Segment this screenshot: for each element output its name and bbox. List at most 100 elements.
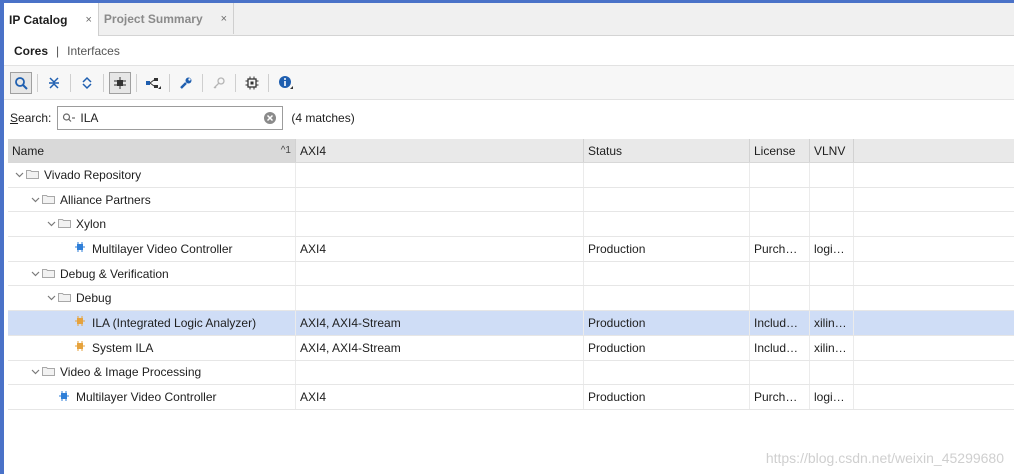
cell-vlnv: logi…: [810, 385, 854, 409]
toolbar-separator: [103, 73, 104, 92]
table-row[interactable]: Debug: [8, 286, 1014, 312]
cell-vlnv: [810, 187, 854, 212]
cell-name: Multilayer Video Controller: [8, 237, 296, 261]
cell-vlnv: [810, 163, 854, 187]
search-label-text: earch:: [18, 111, 52, 125]
folder-icon: [58, 217, 72, 231]
info-icon: [278, 76, 293, 89]
column-header-label: License: [754, 143, 796, 158]
collapse-all-icon: [49, 76, 59, 89]
wrench-button[interactable]: [175, 72, 197, 94]
column-header-license[interactable]: License: [750, 139, 810, 162]
cell-vlnv: logi…: [810, 237, 854, 261]
cell-interfaces: AXI4: [296, 237, 584, 261]
cell-name: Multilayer Video Controller: [8, 385, 296, 409]
search-box[interactable]: [57, 106, 284, 130]
cell-name: Alliance Partners: [8, 187, 296, 212]
table-row[interactable]: Video & Image Processing: [8, 360, 1014, 386]
cell-status: [584, 187, 750, 212]
chevron-down-icon[interactable]: [44, 219, 58, 229]
cell-interfaces: [296, 163, 584, 187]
cell-license: [750, 187, 810, 212]
chevron-down-icon[interactable]: [28, 195, 42, 205]
item-name: Multilayer Video Controller: [76, 390, 217, 405]
table-row[interactable]: Alliance Partners: [8, 187, 1014, 213]
info-button[interactable]: [274, 72, 296, 94]
toolbar-separator: [136, 73, 137, 92]
toolbar-separator: [169, 73, 170, 92]
table-row[interactable]: Debug & Verification: [8, 261, 1014, 287]
cell-license: [750, 360, 810, 385]
toolbar-separator: [268, 73, 269, 92]
chevron-down-icon[interactable]: [28, 367, 42, 377]
column-header-label: VLNV: [814, 143, 846, 158]
chevron-down-icon[interactable]: [44, 293, 58, 303]
item-name: Video & Image Processing: [60, 365, 202, 380]
cell-name: Xylon: [8, 212, 296, 237]
column-header-label: AXI4: [300, 143, 327, 158]
toolbar: [4, 66, 1014, 100]
group-button[interactable]: [142, 72, 164, 94]
table-row[interactable]: Multilayer Video Controller AXI4 Productio…: [8, 237, 1014, 262]
chevron-down-icon[interactable]: [28, 269, 42, 279]
column-header-vlnv[interactable]: VLNV: [810, 139, 854, 162]
key-button[interactable]: [208, 72, 230, 94]
collapse-all-button[interactable]: [43, 72, 65, 94]
search-icon: [63, 113, 76, 122]
cell-interfaces: AXI4, AXI4-Stream: [296, 335, 584, 360]
folder-icon: [58, 291, 72, 305]
sort-indicator-icon: ^1: [280, 145, 291, 156]
cell-interfaces: [296, 212, 584, 237]
column-header-name[interactable]: Name ^1: [8, 139, 296, 162]
subtab-separator: |: [56, 43, 60, 58]
cell-vlnv: xilin…: [810, 335, 854, 360]
hierarchy-icon: [114, 76, 126, 89]
expand-all-button[interactable]: [76, 72, 98, 94]
cell-status: Production: [584, 385, 750, 409]
cell-name: ILA (Integrated Logic Analyzer): [8, 311, 296, 335]
subtab-cores[interactable]: Cores: [14, 44, 48, 58]
chip-button[interactable]: [241, 72, 263, 94]
column-header-interfaces[interactable]: AXI4: [296, 139, 584, 162]
search-label: Search:: [10, 111, 51, 125]
hierarchy-button[interactable]: [109, 71, 131, 94]
clear-search-icon[interactable]: [263, 111, 277, 125]
search-button[interactable]: [10, 71, 32, 94]
table-row[interactable]: Xylon: [8, 212, 1014, 238]
tab-ip-catalog[interactable]: IP Catalog ×: [4, 3, 99, 36]
cell-status: Production: [584, 237, 750, 261]
group-icon: [146, 77, 161, 89]
chip-icon: [245, 76, 259, 89]
ip-core-icon: [74, 340, 88, 355]
cell-vlnv: [810, 261, 854, 286]
chevron-down-icon[interactable]: [12, 170, 26, 180]
table-row[interactable]: System ILA AXI4, AXI4-Stream Production Inc…: [8, 335, 1014, 361]
cell-name: Debug: [8, 286, 296, 311]
watermark: https://blog.csdn.net/weixin_45299680: [765, 450, 1004, 466]
cell-license: Purch…: [750, 385, 810, 409]
subtab-interfaces[interactable]: Interfaces: [67, 44, 120, 58]
cell-status: [584, 212, 750, 237]
header-filler: [854, 139, 1014, 162]
tab-label: IP Catalog: [9, 12, 68, 27]
table-row[interactable]: Vivado Repository: [8, 163, 1014, 188]
cell-vlnv: [810, 212, 854, 237]
close-icon[interactable]: ×: [221, 13, 227, 25]
cell-vlnv: [810, 286, 854, 311]
item-name: Vivado Repository: [44, 167, 142, 182]
cell-name: System ILA: [8, 335, 296, 360]
tab-project-summary[interactable]: Project Summary ×: [99, 3, 235, 34]
cell-name: Video & Image Processing: [8, 360, 296, 385]
search-label-accelerator: S: [10, 111, 19, 125]
cell-interfaces: [296, 286, 584, 311]
item-name: Multilayer Video Controller: [92, 241, 233, 256]
table-row[interactable]: ILA (Integrated Logic Analyzer) AXI4, AXI…: [8, 311, 1014, 336]
close-icon[interactable]: ×: [85, 14, 91, 26]
ip-core-icon: [58, 390, 72, 405]
item-name: ILA (Integrated Logic Analyzer): [92, 315, 257, 330]
column-header-status[interactable]: Status: [584, 139, 750, 162]
table-row[interactable]: Multilayer Video Controller AXI4 Productio…: [8, 385, 1014, 410]
cell-license: Includ…: [750, 335, 810, 360]
toolbar-separator: [202, 73, 203, 92]
search-input[interactable]: [80, 111, 256, 125]
